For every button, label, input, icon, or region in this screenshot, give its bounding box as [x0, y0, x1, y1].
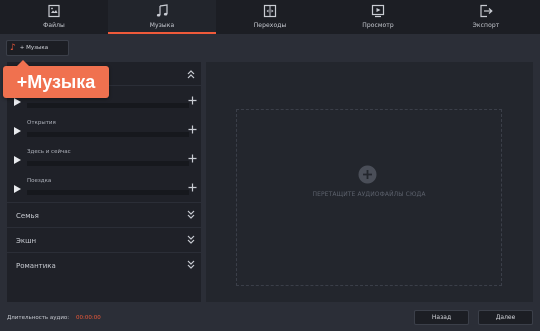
category-label: Семья: [16, 212, 39, 220]
tab-preview-label: Просмотр: [362, 22, 394, 29]
category-label: Экшн: [16, 237, 37, 245]
add-track-icon[interactable]: [188, 183, 197, 192]
tab-transitions[interactable]: Переходы: [216, 0, 324, 34]
tab-export[interactable]: Экспорт: [432, 0, 540, 34]
chevron-down-icon: [187, 260, 195, 269]
add-track-icon[interactable]: [188, 125, 197, 134]
tab-export-label: Экспорт: [472, 22, 500, 29]
tab-files-label: Файлы: [43, 22, 65, 29]
chevron-down-icon: [187, 210, 195, 219]
audio-duration-value: 00:00:00: [76, 315, 101, 321]
music-callout: +Музыка: [3, 60, 109, 98]
play-icon[interactable]: [14, 98, 21, 106]
audio-duration-label: Длительность аудио:: [7, 315, 70, 321]
top-toolbar: Файлы Музыка Переходы Просмотр Экспорт: [0, 0, 540, 34]
add-music-label: + Музыка: [19, 45, 49, 51]
audio-drop-panel: ПЕРЕТАЩИТЕ АУДИОФАЙЛЫ СЮДА: [206, 62, 533, 302]
track-waveform: [27, 103, 189, 108]
track-name: Поездка: [27, 178, 52, 184]
music-icon: [156, 4, 168, 17]
category-action[interactable]: Экшн: [7, 227, 201, 252]
track-item[interactable]: Поездка: [7, 173, 201, 202]
transitions-icon: [263, 4, 277, 18]
preview-icon: [371, 4, 385, 18]
track-item[interactable]: Открытия: [7, 115, 201, 144]
track-waveform: [27, 132, 189, 137]
drop-hint: ПЕРЕТАЩИТЕ АУДИОФАЙЛЫ СЮДА: [312, 191, 426, 198]
bottom-bar: Длительность аудио: 00:00:00 Назад Далее: [0, 306, 540, 331]
add-circle-icon: [358, 165, 377, 184]
track-item[interactable]: Здесь и сейчас: [7, 144, 201, 173]
tab-transitions-label: Переходы: [253, 22, 287, 29]
files-icon: [48, 4, 60, 18]
track-waveform: [27, 161, 189, 166]
tab-preview[interactable]: Просмотр: [324, 0, 432, 34]
tab-files[interactable]: Файлы: [0, 0, 108, 34]
track-name: Открытия: [27, 120, 56, 126]
track-name: Здесь и сейчас: [27, 149, 71, 155]
music-note-icon: ♪: [10, 42, 16, 53]
add-track-icon[interactable]: [188, 96, 197, 105]
play-icon[interactable]: [14, 185, 21, 193]
chevron-down-icon: [187, 235, 195, 244]
category-family[interactable]: Семья: [7, 202, 201, 227]
back-button[interactable]: Назад: [414, 310, 469, 325]
play-icon[interactable]: [14, 127, 21, 135]
add-track-icon[interactable]: [188, 154, 197, 163]
export-icon: [480, 4, 493, 18]
tab-music-label: Музыка: [149, 22, 175, 29]
next-button[interactable]: Далее: [478, 310, 533, 325]
music-library-panel: Открытия Здесь и сейчас Поездка Семья Эк…: [7, 62, 201, 302]
add-music-button[interactable]: ♪ + Музыка: [6, 40, 69, 56]
category-romance[interactable]: Романтика: [7, 252, 201, 277]
chevron-up-icon: [187, 70, 195, 79]
category-label: Романтика: [16, 262, 56, 270]
track-waveform: [27, 190, 189, 195]
audio-drop-zone[interactable]: ПЕРЕТАЩИТЕ АУДИОФАЙЛЫ СЮДА: [236, 109, 502, 286]
play-icon[interactable]: [14, 156, 21, 164]
tab-music[interactable]: Музыка: [108, 0, 216, 34]
